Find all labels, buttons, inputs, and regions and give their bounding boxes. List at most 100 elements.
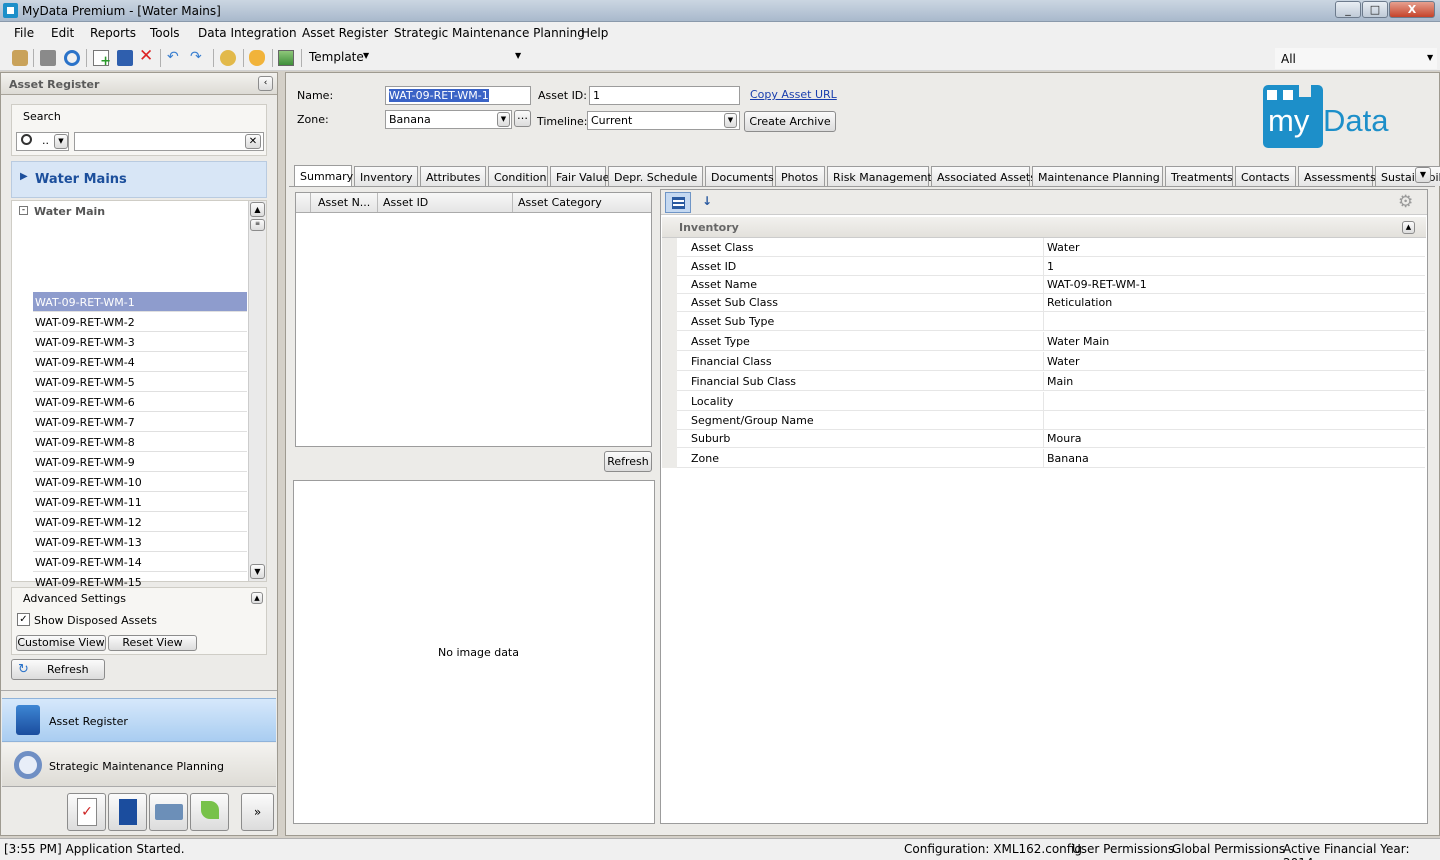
property-value[interactable]: 1 (1047, 260, 1054, 273)
search-input[interactable]: ✕ (74, 132, 264, 151)
map-icon[interactable] (278, 50, 294, 66)
property-row[interactable]: Asset Name WAT-09-RET-WM-1 (677, 275, 1425, 294)
undo-icon[interactable]: ↶ (167, 50, 183, 66)
tree-item[interactable]: WAT-09-RET-WM-8 (33, 432, 247, 452)
property-value[interactable]: WAT-09-RET-WM-1 (1047, 278, 1147, 291)
tab-photos[interactable]: Photos (775, 166, 825, 186)
property-row[interactable]: Asset Sub Class Reticulation (677, 293, 1425, 312)
status-user-permissions[interactable]: User Permissions (1072, 842, 1174, 856)
customise-view-button[interactable]: Customise View (16, 635, 106, 651)
property-row[interactable]: Zone Banana (677, 449, 1425, 468)
settings-gear-icon[interactable]: ⚙ (1398, 192, 1413, 212)
tree-item[interactable]: WAT-09-RET-WM-12 (33, 512, 247, 532)
tree-item[interactable]: WAT-09-RET-WM-9 (33, 452, 247, 472)
tree-item[interactable]: WAT-09-RET-WM-13 (33, 532, 247, 552)
col-asset-id[interactable]: Asset ID (383, 196, 428, 209)
status-global-permissions[interactable]: Global Permissions (1172, 842, 1285, 856)
checklist-shortcut-button[interactable]: ✓ (67, 793, 106, 831)
tree-item[interactable]: WAT-09-RET-WM-6 (33, 392, 247, 412)
tab-treatments[interactable]: Treatments (1165, 166, 1233, 186)
tabs-overflow-icon[interactable]: ▼ (1415, 167, 1431, 183)
menu-strategic-maintenance-planning[interactable]: Strategic Maintenance Planning (394, 26, 585, 40)
property-value[interactable]: Main (1047, 375, 1073, 388)
search-type-select[interactable]: .. ▼ (16, 132, 69, 151)
tree-item[interactable]: WAT-09-RET-WM-5 (33, 372, 247, 392)
scroll-up-icon[interactable]: ▲ (250, 202, 265, 217)
create-archive-button[interactable]: Create Archive (744, 111, 836, 132)
tab-depr-schedule[interactable]: Depr. Schedule (608, 166, 703, 186)
minimize-button[interactable]: _ (1335, 1, 1361, 18)
tree-item[interactable]: WAT-09-RET-WM-4 (33, 352, 247, 372)
menu-help[interactable]: Help (581, 26, 608, 40)
tree-collapse-icon[interactable]: - (19, 206, 28, 215)
sustainability-shortcut-button[interactable] (190, 793, 229, 831)
timeline-select[interactable]: Current ▼ (587, 111, 740, 130)
tab-fair-value[interactable]: Fair Value (550, 166, 609, 186)
zone-select[interactable]: Banana ▼ (385, 110, 512, 129)
new-icon[interactable]: + (93, 50, 111, 69)
template-dropdown[interactable]: Template (309, 50, 364, 64)
maximize-button[interactable]: □ (1362, 1, 1388, 18)
template-chevron-icon[interactable]: ▼ (363, 51, 369, 60)
hand-icon[interactable] (249, 50, 265, 66)
property-value[interactable]: Water (1047, 355, 1080, 368)
tab-documents[interactable]: Documents (705, 166, 774, 186)
tab-inventory[interactable]: Inventory (354, 166, 418, 186)
refresh-left-button[interactable]: ↻ Refresh (11, 659, 105, 680)
redo-icon[interactable]: ↷ (190, 50, 206, 66)
menu-edit[interactable]: Edit (51, 26, 74, 40)
book-shortcut-button[interactable] (108, 793, 147, 831)
property-value[interactable]: Moura (1047, 432, 1081, 445)
menu-tools[interactable]: Tools (150, 26, 180, 40)
section-collapse-icon[interactable]: ▲ (1402, 221, 1415, 234)
truck-shortcut-button[interactable] (149, 793, 188, 831)
zone-browse-button[interactable]: … (514, 110, 531, 127)
reset-view-button[interactable]: Reset View (108, 635, 197, 651)
name-field[interactable]: WAT-09-RET-WM-1 (385, 86, 531, 105)
nav-asset-register[interactable]: Asset Register (2, 698, 276, 742)
nav-strategic-maintenance-planning[interactable]: Strategic Maintenance Planning (2, 743, 276, 787)
property-row[interactable]: Asset Sub Type (677, 312, 1425, 331)
tree-scrollbar[interactable]: ▲ ≡ ▼ (248, 201, 266, 581)
tree-item[interactable]: WAT-09-RET-WM-3 (33, 332, 247, 352)
filter-select[interactable]: All ▼ (1275, 48, 1437, 69)
tree-item[interactable]: WAT-09-RET-WM-1 (33, 292, 247, 312)
col-asset-category[interactable]: Asset Category (518, 196, 602, 209)
sort-alpha-icon[interactable]: ↓ (702, 194, 712, 208)
key-icon[interactable] (12, 50, 28, 66)
tab-associated-assets[interactable]: Associated Assets (931, 166, 1036, 186)
property-row[interactable]: Asset ID 1 (677, 257, 1425, 276)
group-water-mains[interactable]: ▶ Water Mains (11, 161, 267, 198)
property-value[interactable]: Water Main (1047, 335, 1109, 348)
property-value[interactable]: Water (1047, 241, 1080, 254)
tree-item[interactable]: WAT-09-RET-WM-2 (33, 312, 247, 332)
menu-data-integration[interactable]: Data Integration (198, 26, 297, 40)
print-icon[interactable] (40, 50, 56, 66)
menu-file[interactable]: File (14, 26, 34, 40)
property-row[interactable]: Financial Class Water (677, 352, 1425, 371)
tab-condition[interactable]: Condition (488, 166, 548, 186)
tree-item[interactable]: WAT-09-RET-WM-10 (33, 472, 247, 492)
property-row[interactable]: Financial Sub Class Main (677, 372, 1425, 391)
categorized-view-button[interactable] (665, 192, 691, 213)
property-value[interactable]: Banana (1047, 452, 1089, 465)
tree-item[interactable]: WAT-09-RET-WM-11 (33, 492, 247, 512)
tab-attributes[interactable]: Attributes (420, 166, 486, 186)
tree-item[interactable]: WAT-09-RET-WM-14 (33, 552, 247, 572)
close-button[interactable]: X (1389, 1, 1435, 18)
property-value[interactable]: Reticulation (1047, 296, 1112, 309)
copy-asset-url-link[interactable]: Copy Asset URL (750, 88, 837, 101)
property-row[interactable]: Segment/Group Name (677, 411, 1425, 430)
property-row[interactable]: Asset Class Water (677, 238, 1425, 257)
collapse-panel-button[interactable]: ‹ (258, 76, 273, 91)
save-icon[interactable] (117, 50, 133, 66)
show-disposed-checkbox[interactable]: ✓ (17, 613, 30, 626)
template-select-chevron-icon[interactable]: ▼ (515, 51, 521, 60)
tree-item[interactable]: WAT-09-RET-WM-7 (33, 412, 247, 432)
property-row[interactable]: Suburb Moura (677, 429, 1425, 448)
tab-summary[interactable]: Summary (294, 165, 353, 186)
database-icon[interactable] (220, 50, 236, 66)
scroll-down-icon[interactable]: ▼ (250, 564, 265, 579)
tab-contacts[interactable]: Contacts (1235, 166, 1296, 186)
property-row[interactable]: Locality (677, 392, 1425, 411)
